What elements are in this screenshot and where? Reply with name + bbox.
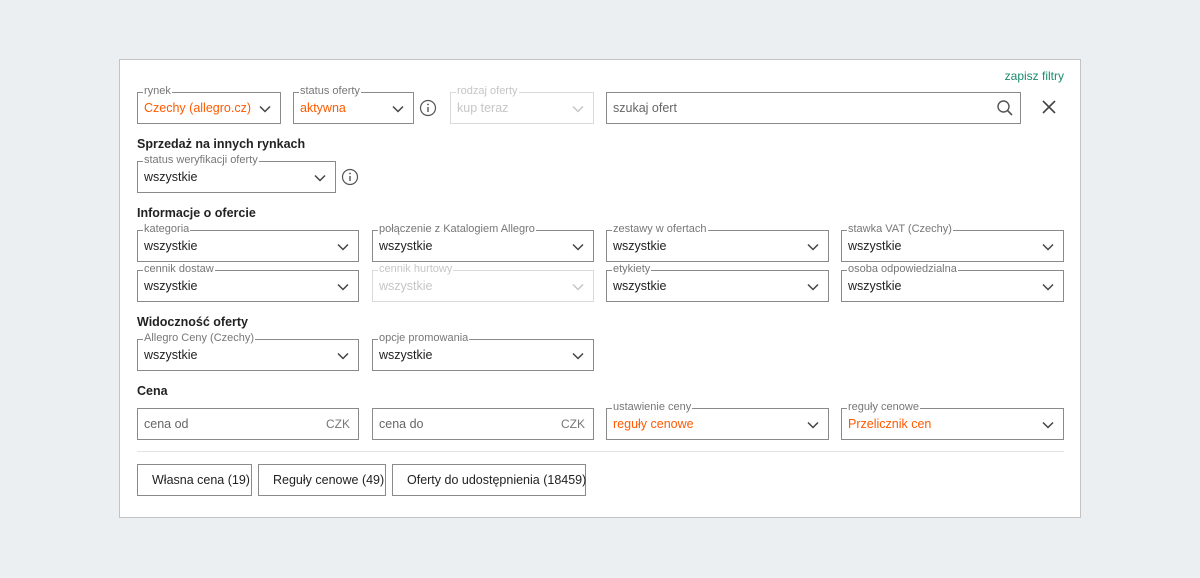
chevron-down-icon — [571, 240, 585, 254]
search-input[interactable]: szukaj ofert — [606, 92, 1021, 124]
responsible-person-select[interactable]: osoba odpowiedzialna wszystkie — [841, 263, 1064, 302]
price-to-input[interactable]: cena do CZK — [372, 408, 594, 440]
tags-value: wszystkie — [613, 279, 667, 293]
pricing-rules-value: Przelicznik cen — [848, 417, 932, 431]
catalog-link-label: połączenie z Katalogiem Allegro — [378, 223, 536, 236]
bundles-select[interactable]: zestawy w ofertach wszystkie — [606, 223, 829, 262]
responsible-person-label: osoba odpowiedzialna — [847, 263, 958, 276]
vat-rate-label: stawka VAT (Czechy) — [847, 223, 953, 236]
offer-status-select[interactable]: status oferty aktywna — [293, 85, 414, 124]
wholesale-pricelist-label: cennik hurtowy — [378, 263, 454, 276]
verification-status-value: wszystkie — [144, 170, 198, 184]
category-select[interactable]: kategoria wszystkie — [137, 223, 359, 262]
price-to-placeholder: cena do — [379, 417, 424, 431]
promotion-options-label: opcje promowania — [378, 332, 470, 345]
responsible-person-value: wszystkie — [848, 279, 902, 293]
offer-status-label: status oferty — [299, 85, 361, 98]
delivery-pricelist-label: cennik dostaw — [143, 263, 215, 276]
bundles-label: zestawy w ofertach — [612, 223, 708, 236]
chevron-down-icon — [806, 240, 820, 254]
verification-status-label: status weryfikacji oferty — [143, 154, 259, 167]
bundles-value: wszystkie — [613, 239, 667, 253]
section-title-other-markets: Sprzedaż na innych rynkach — [137, 137, 306, 151]
price-setting-value: reguły cenowe — [613, 417, 694, 431]
chevron-down-icon — [806, 280, 820, 294]
section-title-visibility: Widoczność oferty — [137, 315, 249, 329]
pricing-rules-label: reguły cenowe — [847, 401, 920, 414]
divider — [137, 451, 1064, 452]
info-icon[interactable] — [341, 168, 359, 186]
offer-type-value: kup teraz — [457, 101, 509, 115]
price-setting-label: ustawienie ceny — [612, 401, 693, 414]
wholesale-pricelist-value: wszystkie — [379, 279, 433, 293]
chevron-down-icon — [571, 102, 585, 116]
category-label: kategoria — [143, 223, 191, 236]
own-price-button[interactable]: Własna cena (19) — [137, 464, 252, 496]
delivery-pricelist-value: wszystkie — [144, 279, 198, 293]
offer-type-select: rodzaj oferty kup teraz — [450, 85, 594, 124]
allegro-prices-select[interactable]: Allegro Ceny (Czechy) wszystkie — [137, 332, 359, 371]
search-icon[interactable] — [996, 99, 1014, 117]
chevron-down-icon — [806, 418, 820, 432]
promotion-options-select[interactable]: opcje promowania wszystkie — [372, 332, 594, 371]
pricing-rules-button[interactable]: Reguły cenowe (49) — [258, 464, 386, 496]
market-value: Czechy (allegro.cz) — [144, 101, 251, 115]
chevron-down-icon — [336, 280, 350, 294]
save-filters-link[interactable]: zapisz filtry — [1005, 69, 1064, 83]
chevron-down-icon — [571, 349, 585, 363]
chevron-down-icon — [571, 280, 585, 294]
catalog-link-value: wszystkie — [379, 239, 433, 253]
delivery-pricelist-select[interactable]: cennik dostaw wszystkie — [137, 263, 359, 302]
price-from-input[interactable]: cena od CZK — [137, 408, 359, 440]
chevron-down-icon — [313, 171, 327, 185]
chevron-down-icon — [391, 102, 405, 116]
offer-status-value: aktywna — [300, 101, 346, 115]
offer-type-label: rodzaj oferty — [456, 85, 519, 98]
allegro-prices-label: Allegro Ceny (Czechy) — [143, 332, 256, 345]
chevron-down-icon — [336, 349, 350, 363]
chevron-down-icon — [1041, 418, 1055, 432]
filters-panel: zapisz filtry rynek Czechy (allegro.cz) … — [119, 59, 1081, 518]
close-icon[interactable] — [1040, 98, 1058, 116]
section-title-offer-info: Informacje o ofercie — [137, 206, 256, 220]
market-label: rynek — [143, 85, 172, 98]
market-select[interactable]: rynek Czechy (allegro.cz) — [137, 85, 281, 124]
catalog-link-select[interactable]: połączenie z Katalogiem Allegro wszystki… — [372, 223, 594, 262]
section-title-price: Cena — [137, 384, 168, 398]
promotion-options-value: wszystkie — [379, 348, 433, 362]
tags-label: etykiety — [612, 263, 652, 276]
currency-suffix: CZK — [561, 417, 585, 431]
search-placeholder: szukaj ofert — [613, 101, 677, 115]
pricing-rules-select[interactable]: reguły cenowe Przelicznik cen — [841, 401, 1064, 440]
vat-rate-select[interactable]: stawka VAT (Czechy) wszystkie — [841, 223, 1064, 262]
allegro-prices-value: wszystkie — [144, 348, 198, 362]
verification-status-select[interactable]: status weryfikacji oferty wszystkie — [137, 154, 336, 193]
chevron-down-icon — [1041, 280, 1055, 294]
price-from-placeholder: cena od — [144, 417, 189, 431]
currency-suffix: CZK — [326, 417, 350, 431]
category-value: wszystkie — [144, 239, 198, 253]
wholesale-pricelist-select: cennik hurtowy wszystkie — [372, 263, 594, 302]
info-icon[interactable] — [419, 99, 437, 117]
vat-rate-value: wszystkie — [848, 239, 902, 253]
chevron-down-icon — [258, 102, 272, 116]
offers-to-share-button[interactable]: Oferty do udostępnienia (18459) — [392, 464, 586, 496]
chevron-down-icon — [1041, 240, 1055, 254]
tags-select[interactable]: etykiety wszystkie — [606, 263, 829, 302]
chevron-down-icon — [336, 240, 350, 254]
price-setting-select[interactable]: ustawienie ceny reguły cenowe — [606, 401, 829, 440]
